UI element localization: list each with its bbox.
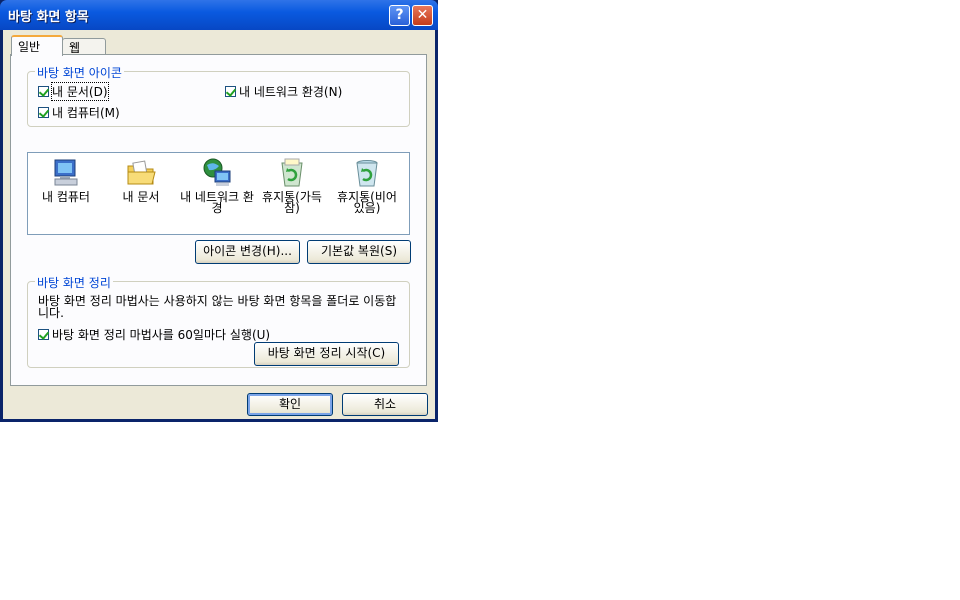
- icon-label: 휴지통(가득 참): [262, 190, 322, 215]
- recycle-bin-full-icon: [276, 157, 308, 189]
- desktop-icons-group: 바탕 화면 아이콘 내 문서(D) 내 네트워크 환경(N) 내 컴퓨터(M): [27, 64, 410, 127]
- tab-panel: 바탕 화면 아이콘 내 문서(D) 내 네트워크 환경(N) 내 컴퓨터(M): [10, 54, 427, 386]
- icon-label: 내 문서: [122, 190, 160, 204]
- checkbox-checked-icon: [38, 329, 49, 340]
- my-computer-label: 내 컴퓨터(M): [52, 106, 120, 120]
- my-documents-label: 내 문서(D): [51, 82, 109, 101]
- run-cleanup-checkbox[interactable]: 바탕 화면 정리 마법사를 60일마다 실행(U): [38, 326, 270, 343]
- checkbox-checked-icon: [225, 86, 236, 97]
- close-button[interactable]: ✕: [412, 5, 433, 26]
- recycle-bin-empty-icon: [351, 157, 383, 189]
- dialog-body: 일반 웹 바탕 화면 아이콘 내 문서(D) 내 네트워크 환경(N) 내 컴퓨…: [3, 30, 435, 419]
- cancel-button[interactable]: 취소: [342, 393, 428, 416]
- run-cleanup-label: 바탕 화면 정리 마법사를 60일마다 실행(U): [52, 328, 271, 342]
- list-item[interactable]: 내 문서: [104, 153, 178, 203]
- change-icon-button[interactable]: 아이콘 변경(H)...: [195, 240, 300, 264]
- close-icon: ✕: [416, 7, 429, 23]
- help-icon: ?: [395, 7, 404, 23]
- help-button[interactable]: ?: [389, 5, 410, 26]
- icon-label: 휴지통(비어 있음): [337, 190, 397, 215]
- desktop-icons-legend: 바탕 화면 아이콘: [35, 64, 124, 81]
- my-computer-checkbox[interactable]: 내 컴퓨터(M): [38, 104, 120, 121]
- icon-label: 내 네트워크 환경: [180, 190, 254, 215]
- computer-icon: [50, 157, 82, 189]
- my-network-checkbox[interactable]: 내 네트워크 환경(N): [225, 83, 342, 100]
- checkbox-checked-icon: [38, 107, 49, 118]
- desktop-cleanup-group: 바탕 화면 정리 바탕 화면 정리 마법사는 사용하지 않는 바탕 화면 항목을…: [27, 274, 410, 368]
- my-network-label: 내 네트워크 환경(N): [239, 85, 343, 99]
- list-item[interactable]: 내 네트워크 환경: [180, 153, 254, 214]
- restore-default-button[interactable]: 기본값 복원(S): [307, 240, 411, 264]
- list-item[interactable]: 내 컴퓨터: [29, 153, 103, 203]
- start-cleanup-button[interactable]: 바탕 화면 정리 시작(C): [254, 342, 399, 366]
- dialog-window: 바탕 화면 항목 ? ✕ 일반 웹 바탕 화면 아이콘 내 문서(D) 내 네트…: [0, 0, 438, 422]
- network-icon: [201, 157, 233, 189]
- ok-button[interactable]: 확인: [247, 393, 333, 416]
- list-item[interactable]: 휴지통(비어 있음): [330, 153, 404, 214]
- tab-web[interactable]: 웹: [62, 38, 106, 55]
- checkbox-checked-icon: [38, 86, 49, 97]
- window-title: 바탕 화면 항목: [8, 10, 89, 25]
- title-bar[interactable]: 바탕 화면 항목 ? ✕: [0, 0, 438, 30]
- folder-icon: [125, 157, 157, 189]
- desktop-cleanup-legend: 바탕 화면 정리: [35, 274, 113, 291]
- cleanup-description: 바탕 화면 정리 마법사는 사용하지 않는 바탕 화면 항목을 폴더로 이동합니…: [38, 294, 397, 320]
- list-item[interactable]: 휴지통(가득 참): [255, 153, 329, 214]
- icon-label: 내 컴퓨터: [42, 190, 90, 204]
- tab-general[interactable]: 일반: [11, 35, 63, 56]
- my-documents-checkbox[interactable]: 내 문서(D): [38, 82, 109, 101]
- icon-list[interactable]: 내 컴퓨터 내 문서 내 네트워크 환경 휴지통(가득 참) 휴지통(비어 있음…: [27, 152, 410, 235]
